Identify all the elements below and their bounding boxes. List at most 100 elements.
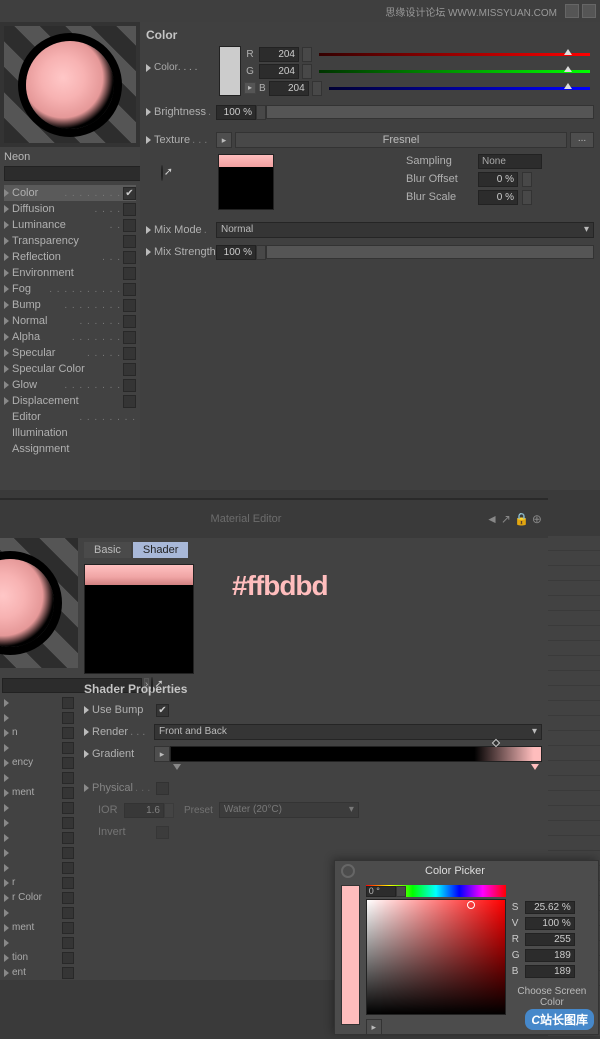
blur-scale-input[interactable]: 0 % <box>478 190 518 205</box>
channel2-checkbox[interactable] <box>62 937 74 949</box>
mixstrength-slider[interactable] <box>266 245 594 259</box>
add-icon[interactable]: ⊕ <box>532 512 542 526</box>
channel2-row-9[interactable] <box>2 830 76 845</box>
b-slider[interactable] <box>329 87 590 90</box>
channel2-checkbox[interactable] <box>62 892 74 904</box>
window-icon-1[interactable] <box>565 4 579 18</box>
b-expand-button[interactable]: ▸ <box>244 82 256 94</box>
channel-glow[interactable]: Glow. . . . . . . . <box>4 377 136 393</box>
expand-icon[interactable] <box>146 226 151 234</box>
channel2-checkbox[interactable] <box>62 952 74 964</box>
channel2-row-8[interactable] <box>2 815 76 830</box>
channel2-checkbox[interactable] <box>62 712 74 724</box>
render-dropdown[interactable]: Front and Back <box>154 724 542 740</box>
expand-icon[interactable] <box>4 269 9 277</box>
material-preview[interactable] <box>0 22 140 147</box>
expand-icon[interactable] <box>4 381 9 389</box>
channel-checkbox[interactable] <box>123 235 136 248</box>
channel2-checkbox[interactable] <box>62 802 74 814</box>
channel-illumination[interactable]: Illumination <box>4 425 136 441</box>
channel-checkbox[interactable] <box>123 219 136 232</box>
channel2-row-6[interactable]: ment <box>2 785 76 800</box>
channel2-checkbox[interactable] <box>62 862 74 874</box>
expand-icon[interactable] <box>4 317 9 325</box>
channel-color[interactable]: Color. . . . . . . . <box>4 185 136 201</box>
channel2-row-15[interactable]: ment <box>2 920 76 935</box>
cp-g-input[interactable]: 189 <box>525 949 575 962</box>
channel-checkbox[interactable] <box>123 251 136 264</box>
tab-basic[interactable]: Basic <box>84 542 131 558</box>
channel2-checkbox[interactable] <box>62 907 74 919</box>
cp-r-input[interactable]: 255 <box>525 933 575 946</box>
channel-specular-color[interactable]: Specular Color <box>4 361 136 377</box>
cp-current-swatch[interactable] <box>341 885 360 1025</box>
channel2-checkbox[interactable] <box>62 817 74 829</box>
g-slider[interactable] <box>319 70 590 73</box>
texture-browse-button[interactable]: ... <box>570 132 594 148</box>
channel-checkbox[interactable] <box>123 187 136 200</box>
expand-icon[interactable] <box>4 237 9 245</box>
channel-alpha[interactable]: Alpha. . . . . . . <box>4 329 136 345</box>
channel2-row-16[interactable] <box>2 935 76 950</box>
r-spinner[interactable] <box>302 47 312 62</box>
channel-displacement[interactable]: Displacement <box>4 393 136 409</box>
channel2-row-2[interactable]: n <box>2 725 76 740</box>
expand-icon[interactable] <box>146 136 151 144</box>
channel-diffusion[interactable]: Diffusion. . . . <box>4 201 136 217</box>
channel-bump[interactable]: Bump. . . . . . . . <box>4 297 136 313</box>
channel-checkbox[interactable] <box>123 331 136 344</box>
channel2-checkbox[interactable] <box>62 967 74 979</box>
expand-icon[interactable] <box>4 221 9 229</box>
channel-checkbox[interactable] <box>123 315 136 328</box>
expand-icon[interactable] <box>146 108 151 116</box>
channel-checkbox[interactable] <box>123 203 136 216</box>
channel-transparency[interactable]: Transparency <box>4 233 136 249</box>
mixmode-dropdown[interactable]: Normal <box>216 222 594 238</box>
gradient-menu-button[interactable]: ▸ <box>154 746 170 762</box>
r-input[interactable]: 204 <box>259 47 299 62</box>
cp-b-input[interactable]: 189 <box>525 965 575 978</box>
s-input[interactable]: 25.62 % <box>525 901 575 914</box>
usebump-checkbox[interactable] <box>156 704 169 717</box>
expand-icon[interactable] <box>4 333 9 341</box>
texture-preview[interactable] <box>218 154 274 210</box>
cp-menu-button[interactable]: ▸ <box>366 1019 382 1035</box>
channel-editor[interactable]: Editor. . . . . . . . <box>4 409 136 425</box>
gradient-stop-pink[interactable] <box>531 764 539 770</box>
texture-menu-button[interactable]: ▸ <box>216 132 232 148</box>
window-icon-2[interactable] <box>582 4 596 18</box>
channel2-checkbox[interactable] <box>62 877 74 889</box>
expand-icon[interactable] <box>4 365 9 373</box>
pointer-left-icon[interactable]: ◄ <box>486 512 498 526</box>
channel2-row-5[interactable] <box>2 770 76 785</box>
r-slider[interactable] <box>319 53 590 56</box>
channel2-checkbox[interactable] <box>62 742 74 754</box>
channel2-checkbox[interactable] <box>62 757 74 769</box>
channel2-checkbox[interactable] <box>62 922 74 934</box>
g-spinner[interactable] <box>302 64 312 79</box>
expand-icon[interactable] <box>4 285 9 293</box>
channel-luminance[interactable]: Luminance. . <box>4 217 136 233</box>
b-spinner[interactable] <box>312 81 322 96</box>
brightness-input[interactable]: 100 % <box>216 105 256 120</box>
shader-preview[interactable] <box>84 564 194 674</box>
v-input[interactable]: 100 % <box>525 917 575 930</box>
channel-checkbox[interactable] <box>123 379 136 392</box>
hue-input[interactable]: 0 ° <box>366 886 396 897</box>
channel2-row-1[interactable] <box>2 710 76 725</box>
channel2-checkbox[interactable] <box>62 787 74 799</box>
brightness-spinner[interactable] <box>256 105 266 120</box>
channel-assignment[interactable]: Assignment <box>4 441 136 457</box>
channel-checkbox[interactable] <box>123 347 136 360</box>
channel2-row-10[interactable] <box>2 845 76 860</box>
g-input[interactable]: 204 <box>259 64 299 79</box>
texture-name-field[interactable]: Fresnel <box>235 132 567 148</box>
tab-shader[interactable]: Shader <box>133 542 188 558</box>
channel-checkbox[interactable] <box>123 267 136 280</box>
channel2-checkbox[interactable] <box>62 832 74 844</box>
channel-checkbox[interactable] <box>123 299 136 312</box>
sv-picker-field[interactable] <box>366 899 506 1015</box>
channel2-row-0[interactable] <box>2 695 76 710</box>
channel-specular[interactable]: Specular. . . . . <box>4 345 136 361</box>
channel2-checkbox[interactable] <box>62 847 74 859</box>
